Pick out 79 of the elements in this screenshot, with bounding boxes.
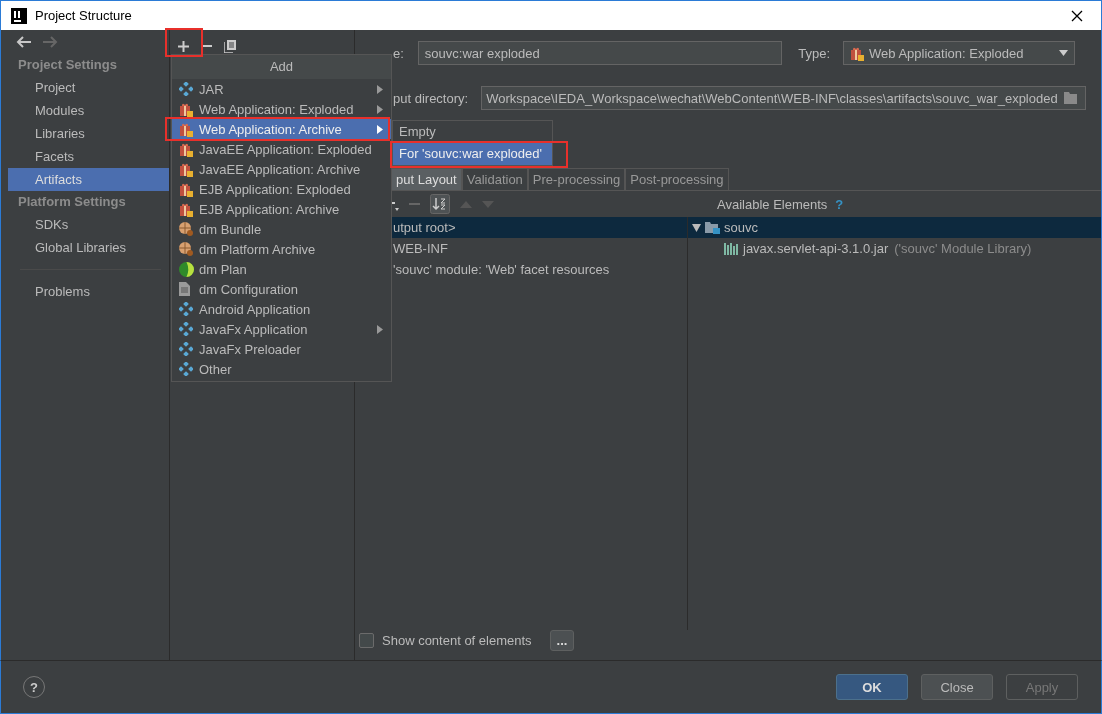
help-link[interactable]: ? [835,196,844,212]
dropdown-arrow-icon [1059,50,1068,56]
document-icon [179,282,190,296]
diamond-icon [179,342,193,356]
output-directory-field[interactable]: Workspace\IEDA_Workspace\wechat\WebContent\WEB-INF\classes\artifacts\souvc_war_exploded [481,86,1086,110]
checkbox-label[interactable]: Show content of elements [382,633,532,648]
sidebar-item[interactable]: Global Libraries [8,236,169,259]
gift-icon [179,161,193,177]
panel-label: Available Elements [717,196,828,212]
diamond-icon [179,82,193,96]
field-label: e: [393,45,404,61]
tab[interactable]: Validation [461,168,528,190]
menu-item[interactable]: JavaFx Application [172,319,391,339]
menu-item[interactable]: For 'souvc:war exploded' [393,143,552,165]
sort-icon[interactable] [430,194,450,214]
folder-icon[interactable] [1063,92,1079,104]
diamond-icon [179,302,193,316]
gift-icon [179,201,193,217]
tab[interactable]: Pre-processing [527,168,626,190]
tree-item[interactable]: WEB-INF [393,241,448,256]
back-arrow-icon[interactable] [16,36,31,48]
field-label: put directory: [393,90,469,106]
menu-item[interactable]: JAR [172,79,391,99]
sidebar-item[interactable]: Problems [8,280,169,303]
menu-item[interactable]: EJB Application: Archive [172,199,391,219]
tree-node[interactable]: javax.servlet-api-3.1.0.jar ('souvc' Module Library) [724,241,1032,256]
section-header: Project Settings [17,56,118,74]
menu-item[interactable]: JavaEE Application: Exploded [172,139,391,159]
gift-icon [179,121,193,137]
gift-icon [179,101,193,117]
more-button[interactable]: ... [549,630,575,651]
menu-item[interactable]: dm Platform Archive [172,239,391,259]
tree-item[interactable]: utput root> [393,220,456,235]
menu-item[interactable]: Android Application [172,299,391,319]
gift-icon [179,141,193,157]
sidebar-item[interactable]: Facets [8,145,169,168]
menu-item[interactable]: Other [172,359,391,379]
folder-icon [705,221,720,234]
tree-node[interactable]: souvc [692,220,758,235]
menu-item[interactable]: dm Plan [172,259,391,279]
menu-item[interactable]: Empty [393,121,552,143]
sidebar-item[interactable]: Modules [8,99,169,122]
close-icon[interactable] [1071,9,1083,22]
menu-title: Add [172,55,391,79]
menu-item[interactable]: dm Configuration [172,279,391,299]
sidebar-item[interactable]: Libraries [8,122,169,145]
menu-item[interactable]: EJB Application: Exploded [172,179,391,199]
menu-item[interactable]: Web Application: Archive [172,119,391,139]
tree-item[interactable]: 'souvc' module: 'Web' facet resources [393,262,610,277]
window-title: Project Structure [35,8,133,23]
library-icon [724,242,739,255]
dialog-button[interactable]: Close [921,674,993,700]
diamond-icon [179,322,193,336]
sidebar-item[interactable]: Artifacts [8,168,169,191]
ball-icon [179,222,193,236]
tab[interactable]: put Layout [391,168,462,190]
menu-item[interactable]: dm Bundle [172,219,391,239]
ok-button[interactable]: OK [836,674,908,700]
app-icon [11,7,27,24]
annotation-frame [165,28,203,57]
gift-icon [850,45,864,61]
globe-icon [179,261,194,277]
sidebar-item[interactable]: SDKs [8,213,169,236]
expanded-arrow-icon[interactable] [692,223,701,232]
section-header: Platform Settings [17,193,127,211]
ball-icon [179,242,193,256]
name-field[interactable]: souvc:war exploded [417,41,782,65]
checkbox[interactable] [359,633,374,648]
field-label: Type: [798,45,830,61]
sidebar-item[interactable]: Project [8,76,169,99]
menu-item[interactable]: JavaFx Preloader [172,339,391,359]
diamond-icon [179,362,193,376]
menu-item[interactable]: Web Application: Exploded [172,99,391,119]
add-icon[interactable] [178,40,189,52]
type-dropdown[interactable]: Web Application: Exploded [843,41,1075,65]
gift-icon [179,181,193,197]
copy-icon[interactable] [224,39,236,53]
menu-item[interactable]: JavaEE Application: Archive [172,159,391,179]
tab[interactable]: Post-processing [625,168,729,190]
